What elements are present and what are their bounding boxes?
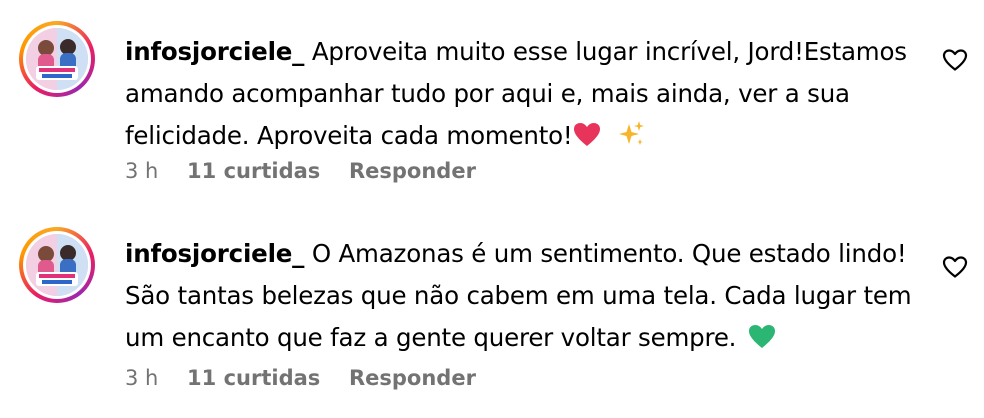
comments-list: infosjorciele_ Aproveita muito esse luga… [0,0,984,418]
red-heart-icon [573,122,601,148]
comment-item: infosjorciele_ Aproveita muito esse luga… [0,0,984,205]
comment-time: 3 h [125,159,159,183]
comment-body: infosjorciele_ O Amazonas é um sentiment… [125,233,915,359]
avatar[interactable] [19,21,95,97]
comment-body: infosjorciele_ Aproveita muito esse luga… [125,31,915,157]
likes-count[interactable]: 11 curtidas [187,159,320,183]
like-heart-icon[interactable] [942,255,968,279]
reply-button[interactable]: Responder [349,366,476,390]
comment-username[interactable]: infosjorciele_ [125,239,304,268]
comment-time: 3 h [125,366,159,390]
comment-item: infosjorciele_ O Amazonas é um sentiment… [0,205,984,418]
sparkles-icon [616,120,646,148]
likes-count[interactable]: 11 curtidas [187,366,320,390]
green-heart-icon [748,324,776,350]
comment-username[interactable]: infosjorciele_ [125,37,304,66]
like-heart-icon[interactable] [942,48,968,72]
comment-meta: 3 h 11 curtidas Responder [125,158,498,184]
avatar-image [26,28,88,90]
avatar-image [26,234,88,296]
avatar[interactable] [19,227,95,303]
reply-button[interactable]: Responder [349,159,476,183]
comment-meta: 3 h 11 curtidas Responder [125,365,498,391]
